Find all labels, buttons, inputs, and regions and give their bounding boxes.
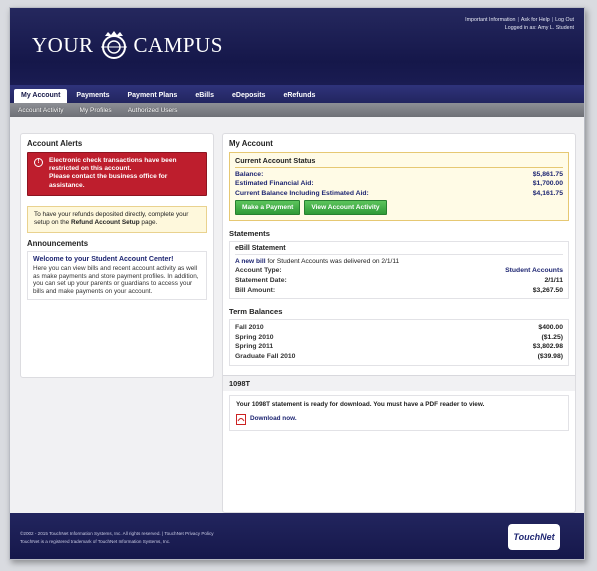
site-header: YOUR CAMPUS Important Information | Ask fo… — [10, 8, 584, 85]
current-balance-row: Current Balance Including Estimated Aid:… — [235, 189, 563, 198]
download-now-text: Download now. — [250, 415, 297, 423]
balance-label: Balance: — [235, 171, 264, 178]
term-value: ($39.98) — [537, 352, 563, 360]
status-buttons: Make a Payment View Account Activity — [235, 200, 563, 216]
top-links: Important Information | Ask for Help | Log O… — [465, 17, 574, 31]
account-status-title: Current Account Status — [235, 156, 563, 168]
new-bill-text: for Student Accounts was delivered on 2/… — [267, 258, 400, 266]
tab-payment-plans[interactable]: Payment Plans — [119, 92, 187, 103]
logo-text-right: CAMPUS — [133, 32, 223, 57]
campus-logo[interactable]: YOUR CAMPUS — [32, 30, 223, 60]
term-row: Spring 2010 ($1.25) — [235, 333, 563, 343]
tab-ebills[interactable]: eBills — [186, 92, 223, 103]
tab-erefunds[interactable]: eRefunds — [274, 92, 324, 103]
form-1098t-message: Your 1098T statement is ready for downlo… — [236, 400, 485, 408]
statement-date-row: Statement Date: 2/1/11 — [235, 276, 563, 286]
touchnet-badge[interactable]: TouchNet — [508, 524, 560, 550]
account-type-value: Student Accounts — [505, 267, 563, 275]
logo-text-left: YOUR — [32, 32, 94, 57]
term-label: Spring 2011 — [235, 343, 274, 351]
account-alerts-title: Account Alerts — [27, 139, 83, 148]
financial-aid-row: Estimated Financial Aid: $1,700.00 — [235, 179, 563, 188]
footer-text: ©2002 - 2015 TouchNet Information System… — [20, 530, 214, 546]
tab-payments[interactable]: Payments — [67, 92, 118, 103]
left-panel: Account Alerts ! Electronic check transa… — [20, 133, 214, 378]
term-row: Graduate Fall 2010 ($39.98) — [235, 352, 563, 362]
tab-edeposits[interactable]: eDeposits — [223, 92, 274, 103]
bill-amount-row: Bill Amount: $3,267.50 — [235, 286, 563, 296]
subtab-account-activity[interactable]: Account Activity — [18, 107, 80, 114]
term-value: $400.00 — [538, 324, 563, 332]
main-nav: My Account Payments Payment Plans eBills… — [10, 85, 584, 103]
subtab-my-profiles[interactable]: My Profiles — [80, 107, 128, 114]
logged-in-text: Logged in as: Amy L. Student — [504, 25, 574, 31]
important-information-link[interactable]: Important Information — [465, 17, 515, 23]
term-label: Fall 2010 — [235, 324, 264, 332]
download-1098t-link[interactable]: Download now. — [236, 413, 562, 425]
balance-value: $5,861.75 — [532, 171, 563, 178]
financial-aid-label: Estimated Financial Aid: — [235, 180, 314, 188]
refund-note-suffix: page. — [141, 219, 158, 227]
pdf-icon — [236, 413, 246, 425]
bill-amount-label: Bill Amount: — [235, 286, 276, 294]
alert-message: Electronic check transactions have been … — [49, 157, 177, 173]
footer-trademark: TouchNet is a registered trademark of To… — [20, 539, 171, 544]
account-status-box: Current Account Status Balance: $5,861.7… — [229, 152, 569, 222]
restriction-alert: ! Electronic check transactions have bee… — [27, 152, 207, 196]
footer-copyright: ©2002 - 2015 TouchNet Information System… — [20, 531, 214, 536]
right-panel: My Account Current Account Status Balanc… — [222, 133, 576, 513]
log-out-link[interactable]: Log Out — [555, 17, 574, 23]
financial-aid-value: $1,700.00 — [532, 180, 563, 188]
subtab-authorized-users[interactable]: Authorized Users — [128, 107, 194, 114]
announcement-card: Welcome to your Student Account Center! … — [27, 250, 207, 301]
ebill-statement-box: eBill Statement A new bill for Student A… — [229, 241, 569, 300]
statement-date-label: Statement Date: — [235, 277, 287, 285]
form-1098t-title: 1098T — [223, 374, 575, 391]
refund-account-setup-link[interactable]: Refund Account Setup — [71, 219, 140, 226]
term-balances-box: Fall 2010 $400.00 Spring 2010 ($1.25) Sp… — [229, 319, 569, 366]
balance-row: Balance: $5,861.75 — [235, 170, 563, 179]
ask-for-help-link[interactable]: Ask for Help — [521, 17, 550, 23]
announcement-heading: Welcome to your Student Account Center! — [33, 255, 174, 263]
view-account-activity-button[interactable]: View Account Activity — [304, 200, 387, 216]
browser-page: YOUR CAMPUS Important Information | Ask fo… — [9, 7, 585, 560]
form-1098t-box: Your 1098T statement is ready for downlo… — [229, 394, 569, 431]
statement-date-value: 2/1/11 — [544, 277, 563, 285]
current-balance-value: $4,161.75 — [532, 189, 563, 197]
term-value: $3,802.98 — [532, 343, 563, 351]
term-row: Fall 2010 $400.00 — [235, 323, 563, 333]
current-balance-label: Current Balance Including Estimated Aid: — [235, 189, 369, 197]
announcements-title: Announcements — [27, 238, 89, 248]
warning-icon: ! — [34, 158, 43, 167]
term-balances-title: Term Balances — [229, 307, 283, 317]
account-type-row: Account Type: Student Accounts — [235, 266, 563, 276]
term-label: Spring 2010 — [235, 333, 274, 341]
account-type-label: Account Type: — [235, 267, 282, 275]
term-value: ($1.25) — [541, 333, 563, 341]
main-content: Account Alerts ! Electronic check transa… — [10, 117, 584, 513]
bill-amount-value: $3,267.50 — [532, 286, 563, 294]
new-bill-link[interactable]: A new bill — [235, 258, 266, 265]
new-bill-line: A new bill for Student Accounts was deli… — [235, 258, 563, 266]
alert-contact: Please contact the business office for a… — [49, 173, 168, 189]
make-payment-button[interactable]: Make a Payment — [235, 200, 301, 216]
tab-my-account[interactable]: My Account — [14, 89, 68, 103]
logo-crest-icon — [100, 31, 127, 59]
my-account-title: My Account — [229, 139, 273, 148]
ebill-statement-title: eBill Statement — [235, 245, 563, 256]
refund-setup-note: To have your refunds deposited directly,… — [27, 205, 207, 233]
site-footer: ©2002 - 2015 TouchNet Information System… — [10, 513, 584, 559]
statements-title: Statements — [229, 229, 270, 239]
announcement-body: Here you can view bills and recent accou… — [33, 265, 199, 295]
term-label: Graduate Fall 2010 — [235, 352, 296, 360]
sub-nav: Account Activity My Profiles Authorized … — [10, 103, 584, 117]
term-row: Spring 2011 $3,802.98 — [235, 342, 563, 352]
